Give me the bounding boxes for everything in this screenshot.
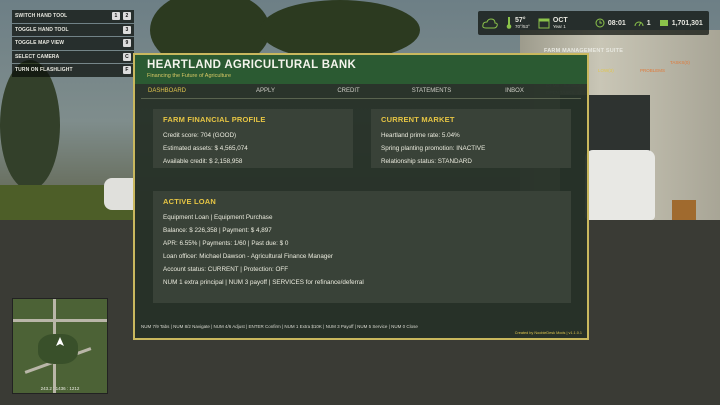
time-cell: 08:01 bbox=[591, 18, 630, 28]
loan-apr: APR: 6.55% | Payments: 1/60 | Past due: … bbox=[163, 240, 289, 247]
tab-dashboard[interactable]: DASHBOARD bbox=[141, 88, 224, 94]
prime-rate: Heartland prime rate: 5.04% bbox=[381, 132, 460, 139]
keyboard-hints: NUM 7/9 Tabs | NUM 8/2 Navigate | NUM 4/… bbox=[141, 324, 418, 329]
time-value: 08:01 bbox=[607, 19, 626, 27]
day-value: Year 1 bbox=[552, 24, 566, 29]
thermometer-icon bbox=[506, 17, 512, 29]
current-market-panel: CURRENT MARKET Heartland prime rate: 5.0… bbox=[371, 109, 571, 168]
panel-title: FARM FINANCIAL PROFILE bbox=[163, 115, 266, 124]
parked-car bbox=[104, 178, 134, 210]
panel-title: ACTIVE LOAN bbox=[163, 197, 217, 206]
active-loan-panel: ACTIVE LOAN Equipment Loan | Equipment P… bbox=[153, 191, 571, 303]
farm-financial-profile-panel: FARM FINANCIAL PROFILE Credit score: 704… bbox=[153, 109, 353, 168]
bank-dialog: HEARTLAND AGRICULTURAL BANK Financing th… bbox=[133, 53, 589, 340]
mod-credit: Created by NoobieDesk Mods | v1.1.0.1 bbox=[514, 331, 582, 335]
map-coordinates: 243.2 : 1436 : 1212 bbox=[40, 386, 80, 391]
status-hud: 57° 70°/53° OCT Year 1 08:01 1 1,701,301 bbox=[478, 11, 709, 35]
key-help-row: SELECT CAMERA C bbox=[12, 50, 134, 63]
timescale-icon bbox=[634, 21, 644, 27]
month-value: OCT bbox=[552, 17, 568, 24]
key-help-label: SELECT CAMERA bbox=[15, 53, 60, 60]
pickup-truck bbox=[585, 150, 655, 220]
speed-value: 1 bbox=[646, 19, 651, 27]
key-badge: 3 bbox=[123, 25, 131, 34]
account-status: Account status: CURRENT | Protection: OF… bbox=[163, 266, 289, 273]
temperature-value: 57° bbox=[515, 17, 526, 24]
minimap[interactable]: 243.2 : 1436 : 1212 bbox=[12, 298, 108, 394]
clock-icon bbox=[595, 18, 605, 28]
key-badge: C bbox=[123, 52, 131, 61]
money-value: 1,701,301 bbox=[671, 19, 703, 27]
key-help-label: SWITCH HAND TOOL bbox=[15, 13, 68, 20]
key-badge: 9 bbox=[123, 39, 131, 48]
map-road bbox=[13, 319, 107, 322]
dialog-header: HEARTLAND AGRICULTURAL BANK Financing th… bbox=[135, 55, 587, 84]
key-help-label: TOGGLE MAP VIEW bbox=[15, 40, 65, 47]
tree bbox=[260, 0, 420, 60]
suite-problems: PROBLEMS bbox=[640, 68, 666, 73]
tab-inbox[interactable]: INBOX bbox=[473, 88, 556, 94]
available-credit: Available credit: $ 2,158,958 bbox=[163, 158, 243, 165]
key-badge: 2 bbox=[123, 12, 131, 21]
key-help-row: TOGGLE MAP VIEW 9 bbox=[12, 37, 134, 50]
tab-statements[interactable]: STATEMENTS bbox=[390, 88, 473, 94]
tab-apply[interactable]: APPLY bbox=[224, 88, 307, 94]
temperature-cell: 57° 70°/53° bbox=[502, 17, 534, 29]
key-help-row: TURN ON FLASHLIGHT F bbox=[12, 64, 134, 77]
loan-actions-hint: NUM 1 extra principal | NUM 3 payoff | S… bbox=[163, 279, 364, 286]
key-help-row: TOGGLE HAND TOOL 3 bbox=[12, 23, 134, 36]
key-badge: F bbox=[123, 66, 131, 75]
weather-cell bbox=[478, 17, 502, 29]
credit-score: Credit score: 704 (GOOD) bbox=[163, 132, 237, 139]
temperature-range: 70°/53° bbox=[515, 24, 530, 29]
key-help-label: TURN ON FLASHLIGHT bbox=[15, 67, 73, 74]
key-help-panel: SWITCH HAND TOOL 12 TOGGLE HAND TOOL 3 T… bbox=[12, 10, 134, 78]
loan-type: Equipment Loan | Equipment Purchase bbox=[163, 214, 273, 221]
key-help-label: TOGGLE HAND TOOL bbox=[15, 26, 69, 33]
speed-cell: 1 bbox=[630, 18, 655, 28]
loan-balance: Balance: $ 226,358 | Payment: $ 4,897 bbox=[163, 227, 272, 234]
dialog-subtitle: Financing the Future of Agriculture bbox=[147, 73, 232, 79]
dialog-title: HEARTLAND AGRICULTURAL BANK bbox=[147, 59, 357, 71]
spring-promotion: Spring planting promotion: INACTIVE bbox=[381, 145, 486, 152]
suite-tasks: TASKS(0) bbox=[670, 60, 690, 65]
date-cell: OCT Year 1 bbox=[534, 17, 591, 29]
tree bbox=[0, 60, 60, 190]
flower-planter bbox=[672, 200, 696, 220]
calendar-icon bbox=[538, 18, 550, 29]
cloud-icon bbox=[482, 17, 498, 28]
panel-title: CURRENT MARKET bbox=[381, 115, 455, 124]
player-position-icon bbox=[56, 337, 64, 346]
key-badge: 1 bbox=[112, 12, 120, 21]
loan-officer: Loan officer: Michael Dawson - Agricultu… bbox=[163, 253, 333, 260]
relationship-status: Relationship status: STANDARD bbox=[381, 158, 472, 165]
wallet-icon bbox=[659, 20, 668, 26]
suite-low: LOW(3) bbox=[598, 68, 614, 73]
key-help-row: SWITCH HAND TOOL 12 bbox=[12, 10, 134, 23]
money-cell: 1,701,301 bbox=[655, 18, 707, 28]
estimated-assets: Estimated assets: $ 4,565,074 bbox=[163, 145, 248, 152]
tab-credit[interactable]: CREDIT bbox=[307, 88, 390, 94]
tab-bar: DASHBOARD APPLY CREDIT STATEMENTS INBOX bbox=[141, 84, 581, 99]
